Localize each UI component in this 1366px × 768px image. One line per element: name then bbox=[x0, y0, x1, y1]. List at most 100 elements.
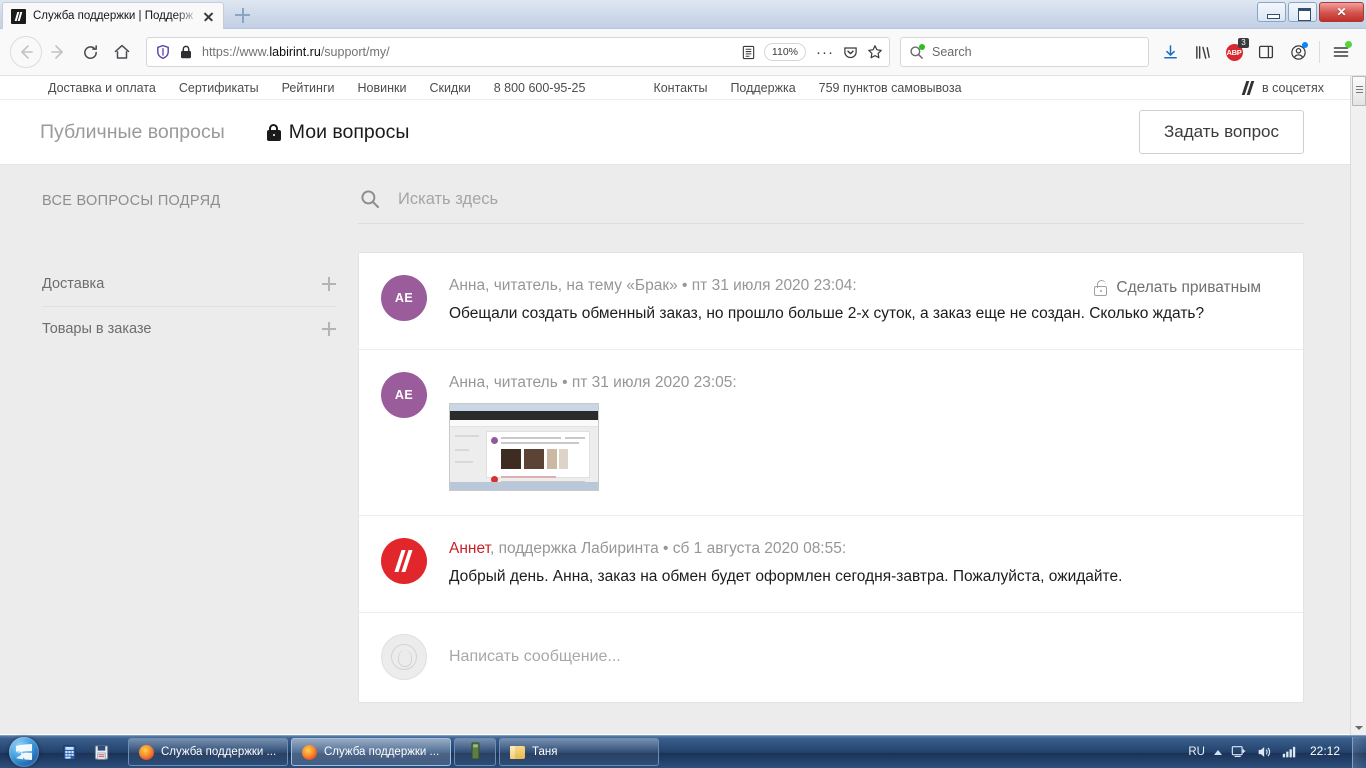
shield-icon[interactable] bbox=[155, 44, 171, 60]
thumb-urlbar bbox=[450, 411, 598, 421]
downloads-icon[interactable] bbox=[1155, 37, 1185, 67]
site-navigation: Доставка и оплата Сертификаты Рейтинги Н… bbox=[0, 76, 1366, 100]
taskbar-item-app[interactable] bbox=[454, 738, 496, 766]
forward-icon[interactable] bbox=[42, 36, 74, 68]
hamburger-menu-icon[interactable] bbox=[1326, 37, 1356, 67]
page-scrollbar[interactable] bbox=[1350, 76, 1366, 735]
language-indicator[interactable]: RU bbox=[1188, 746, 1205, 758]
ask-question-button[interactable]: Задать вопрос bbox=[1139, 110, 1304, 154]
toolbar-separator bbox=[1319, 41, 1320, 63]
social-label: в соцсетях bbox=[1261, 80, 1324, 95]
nav-new-arrivals[interactable]: Новинки bbox=[357, 81, 406, 95]
url-path: /support/my/ bbox=[320, 45, 390, 59]
browser-search-bar[interactable]: Search bbox=[900, 37, 1149, 67]
message-text: Обещали создать обменный заказ, но прошл… bbox=[449, 304, 1205, 322]
make-private-label: Сделать приватным bbox=[1116, 279, 1261, 296]
tab-title: Служба поддержки | Поддерж bbox=[33, 10, 194, 22]
clock[interactable]: 22:12 bbox=[1306, 745, 1344, 758]
taskbar-item-firefox-1[interactable]: Служба поддержки ... bbox=[128, 738, 288, 766]
tab-public-questions[interactable]: Публичные вопросы bbox=[40, 121, 225, 144]
message-body: Анна, читатель • пт 31 июля 2020 23:05: bbox=[449, 372, 1279, 492]
maximize-button[interactable] bbox=[1288, 2, 1317, 22]
url-text[interactable]: https://www.labirint.ru/support/my/ bbox=[202, 45, 741, 59]
windows-start-orb-icon bbox=[9, 737, 39, 767]
pocket-icon[interactable] bbox=[843, 45, 858, 60]
close-window-button[interactable]: ✕ bbox=[1319, 2, 1364, 22]
zoom-level-indicator[interactable]: 110% bbox=[763, 43, 806, 61]
browser-titlebar: Служба поддержки | Поддерж ✕ bbox=[0, 0, 1366, 29]
back-icon[interactable] bbox=[10, 36, 42, 68]
nav-support[interactable]: Поддержка bbox=[730, 81, 795, 95]
volume-icon[interactable] bbox=[1256, 744, 1272, 760]
expand-plus-icon[interactable] bbox=[322, 277, 336, 291]
new-tab-button[interactable] bbox=[227, 1, 257, 28]
show-hidden-icons-arrow[interactable] bbox=[1213, 749, 1222, 755]
tab-my-questions[interactable]: Мои вопросы bbox=[266, 121, 409, 144]
signal-bars-icon[interactable] bbox=[1281, 744, 1297, 760]
minimize-button[interactable] bbox=[1257, 2, 1286, 22]
attachment-thumbnail[interactable] bbox=[449, 403, 599, 492]
save-disk-icon[interactable] bbox=[86, 737, 116, 767]
library-icon[interactable] bbox=[1187, 37, 1217, 67]
avatar[interactable]: АЕ bbox=[381, 371, 427, 418]
nav-pickup-points[interactable]: 759 пунктов самовывоза bbox=[819, 81, 962, 95]
scrollbar-thumb[interactable] bbox=[1352, 76, 1366, 106]
social-links[interactable]: в соцсетях bbox=[1239, 80, 1324, 96]
sidebar-item-order-items[interactable]: Товары в заказе bbox=[42, 307, 336, 351]
account-icon[interactable] bbox=[1283, 37, 1313, 67]
avatar[interactable] bbox=[381, 538, 427, 585]
firefox-icon bbox=[139, 744, 154, 760]
compose-row[interactable]: Написать сообщение... bbox=[359, 613, 1303, 702]
adblock-plus-icon[interactable]: ABP 3 bbox=[1219, 37, 1249, 67]
adblock-count-badge: 3 bbox=[1238, 38, 1249, 48]
unlocked-padlock-icon bbox=[1094, 280, 1108, 296]
nav-ratings[interactable]: Рейтинги bbox=[282, 81, 335, 95]
compose-placeholder[interactable]: Написать сообщение... bbox=[449, 648, 621, 666]
nav-contacts[interactable]: Контакты bbox=[653, 81, 707, 95]
nav-delivery-payment[interactable]: Доставка и оплата bbox=[48, 81, 156, 95]
browser-tab[interactable]: Служба поддержки | Поддерж bbox=[2, 2, 224, 29]
sidebar: ВСЕ ВОПРОСЫ ПОДРЯД Доставка Товары в зак… bbox=[0, 165, 358, 734]
reader-view-icon[interactable] bbox=[741, 45, 756, 60]
url-scheme: https://www. bbox=[202, 45, 270, 59]
sidebar-icon[interactable] bbox=[1251, 37, 1281, 67]
message-meta: Анна, читатель • пт 31 июля 2020 23:05: bbox=[449, 373, 737, 391]
avatar[interactable]: АЕ bbox=[381, 275, 427, 321]
nav-discounts[interactable]: Скидки bbox=[429, 81, 470, 95]
taskbar-item-folder[interactable]: Таня bbox=[499, 738, 659, 766]
search-input-placeholder[interactable]: Искать здесь bbox=[398, 190, 498, 209]
close-tab-icon[interactable] bbox=[200, 8, 217, 25]
browser-navbar: https://www.labirint.ru/support/my/ 110%… bbox=[0, 29, 1366, 76]
question-tabs: Публичные вопросы Мои вопросы bbox=[40, 121, 1139, 144]
message-text: Добрый день. Анна, заказ на обмен будет … bbox=[449, 568, 1123, 586]
address-bar[interactable]: https://www.labirint.ru/support/my/ 110%… bbox=[146, 37, 890, 67]
start-button[interactable] bbox=[0, 737, 48, 768]
anonymous-avatar-icon bbox=[381, 634, 427, 681]
taskbar-item-firefox-2[interactable]: Служба поддержки ... bbox=[291, 738, 451, 766]
scroll-down-button[interactable] bbox=[1352, 721, 1366, 735]
reload-icon[interactable] bbox=[74, 36, 106, 68]
thumb-content bbox=[450, 427, 598, 487]
page-viewport: Доставка и оплата Сертификаты Рейтинги Н… bbox=[0, 76, 1366, 735]
calculator-icon[interactable] bbox=[54, 737, 84, 767]
expand-plus-icon[interactable] bbox=[322, 322, 336, 336]
sidebar-item-delivery[interactable]: Доставка bbox=[42, 262, 336, 307]
taskbar-item-label: Служба поддержки ... bbox=[161, 746, 277, 758]
padlock-icon[interactable] bbox=[180, 45, 192, 59]
bookmark-star-icon[interactable] bbox=[867, 44, 883, 60]
thumb-card bbox=[486, 431, 590, 487]
home-icon[interactable] bbox=[106, 36, 138, 68]
message-body: Аннет, поддержка Лабиринта • сб 1 август… bbox=[449, 538, 1279, 588]
sidebar-all-questions[interactable]: ВСЕ ВОПРОСЫ ПОДРЯД bbox=[42, 193, 336, 209]
thumb-titlebar bbox=[450, 404, 598, 412]
questions-search[interactable]: Искать здесь bbox=[358, 165, 1304, 224]
nav-phone-number[interactable]: 8 800 600-95-25 bbox=[494, 81, 586, 95]
page-actions-icon[interactable]: ··· bbox=[816, 44, 834, 61]
search-engine-icon bbox=[909, 43, 925, 60]
show-desktop-button[interactable] bbox=[1352, 736, 1366, 768]
nav-certificates[interactable]: Сертификаты bbox=[179, 81, 259, 95]
message-item: Аннет, поддержка Лабиринта • сб 1 август… bbox=[359, 516, 1303, 614]
firefox-icon bbox=[302, 744, 317, 760]
make-private-button[interactable]: Сделать приватным bbox=[1094, 279, 1261, 297]
network-icon[interactable] bbox=[1231, 744, 1247, 760]
